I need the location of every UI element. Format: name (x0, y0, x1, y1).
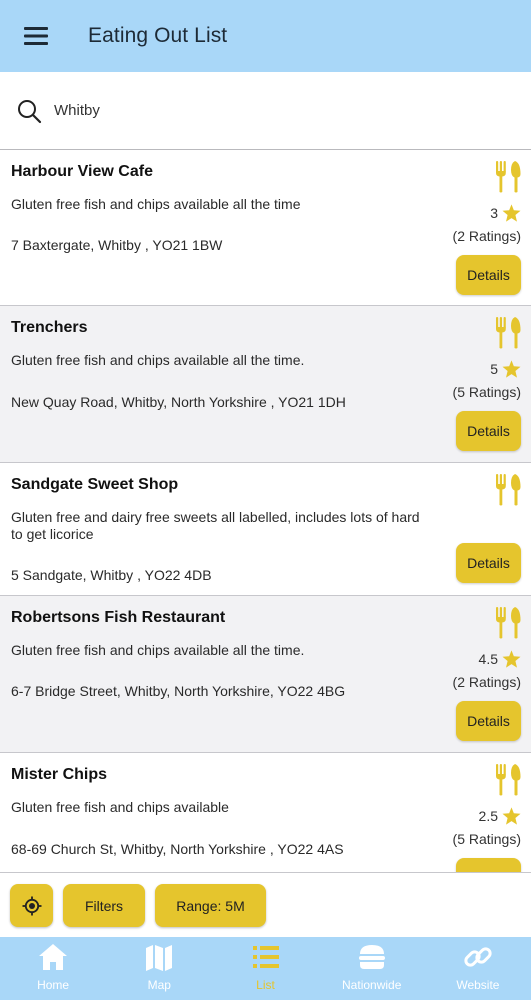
listing-name: Sandgate Sweet Shop (11, 476, 179, 493)
ratings-count: (2 Ratings) (452, 228, 521, 244)
search-bar (0, 72, 531, 150)
restaurant-list: Harbour View Cafe Gluten free fish and c… (0, 150, 531, 872)
tab-map[interactable]: Map (106, 937, 212, 1000)
tab-nationwide[interactable]: Nationwide (319, 937, 425, 1000)
rating: 4.5 (479, 650, 521, 668)
listing-address: 68-69 Church St, Whitby, North Yorkshire… (11, 841, 344, 857)
bottom-tab-bar: Home Map List Nationwide Website (0, 937, 531, 1000)
ratings-count: (2 Ratings) (452, 674, 521, 690)
listing-address: 5 Sandgate, Whitby , YO22 4DB (11, 567, 212, 583)
rating-value: 3 (490, 205, 498, 221)
map-icon (146, 945, 173, 971)
list-item[interactable]: Sandgate Sweet Shop Gluten free and dair… (0, 463, 531, 596)
tab-label: Website (456, 978, 500, 992)
details-button[interactable]: Details (456, 858, 521, 872)
details-button[interactable]: Details (456, 255, 521, 295)
ratings-count: (5 Ratings) (452, 384, 521, 400)
listing-description: Gluten free fish and chips available all… (11, 642, 305, 658)
filters-button[interactable]: Filters (63, 884, 145, 927)
crosshair-icon (22, 896, 41, 915)
list-item[interactable]: Trenchers Gluten free fish and chips ava… (0, 306, 531, 463)
listing-name: Harbour View Cafe (11, 163, 153, 180)
tab-website[interactable]: Website (425, 937, 531, 1000)
rating: 2.5 (479, 807, 521, 825)
star-icon (502, 807, 521, 825)
menu-button[interactable] (0, 0, 72, 72)
star-icon (502, 650, 521, 668)
ratings-count: (5 Ratings) (452, 831, 521, 847)
cutlery-icon (496, 161, 521, 193)
list-item[interactable]: Harbour View Cafe Gluten free fish and c… (0, 150, 531, 306)
filter-bar: Filters Range: 5M (0, 872, 531, 937)
range-button[interactable]: Range: 5M (155, 884, 266, 927)
search-icon (18, 99, 42, 123)
listing-description: Gluten free and dairy free sweets all la… (11, 509, 420, 542)
cutlery-icon (496, 607, 521, 639)
home-icon (39, 944, 68, 970)
listing-description: Gluten free fish and chips available (11, 799, 229, 815)
star-icon (502, 360, 521, 378)
list-item[interactable]: Mister Chips Gluten free fish and chips … (0, 753, 531, 872)
cutlery-icon (496, 474, 521, 506)
rating-value: 2.5 (478, 808, 498, 824)
link-icon (464, 947, 492, 967)
listing-description: Gluten free fish and chips available all… (11, 352, 305, 368)
details-button[interactable]: Details (456, 543, 521, 583)
listing-address: 7 Baxtergate, Whitby , YO21 1BW (11, 237, 223, 253)
listing-name: Robertsons Fish Restaurant (11, 609, 226, 626)
tab-label: Home (37, 978, 70, 992)
listing-name: Trenchers (11, 319, 88, 336)
list-item[interactable]: Robertsons Fish Restaurant Gluten free f… (0, 596, 531, 753)
list-icon (252, 946, 279, 968)
listing-address: New Quay Road, Whitby, North Yorkshire ,… (11, 394, 346, 410)
rating: 3 (490, 204, 521, 222)
details-button[interactable]: Details (456, 701, 521, 741)
cutlery-icon (496, 764, 521, 796)
listing-name: Mister Chips (11, 766, 108, 783)
cutlery-icon (496, 317, 521, 349)
rating-value: 4.5 (478, 651, 498, 667)
listing-description: Gluten free fish and chips available all… (11, 196, 301, 212)
tab-home[interactable]: Home (0, 937, 106, 1000)
tab-label: Map (147, 978, 171, 992)
tab-label: List (256, 978, 275, 992)
details-button[interactable]: Details (456, 411, 521, 451)
search-input[interactable] (54, 90, 474, 131)
rating: 5 (490, 360, 521, 378)
listing-address: 6-7 Bridge Street, Whitby, North Yorkshi… (11, 683, 346, 699)
tab-list[interactable]: List (212, 937, 318, 1000)
star-icon (502, 204, 521, 222)
hamburger-menu-icon (24, 27, 48, 45)
locate-button[interactable] (10, 884, 53, 927)
tab-label: Nationwide (342, 978, 402, 992)
app-bar: Eating Out List (0, 0, 531, 72)
burger-icon (358, 945, 385, 969)
rating-value: 5 (490, 361, 498, 377)
page-title: Eating Out List (88, 24, 228, 47)
